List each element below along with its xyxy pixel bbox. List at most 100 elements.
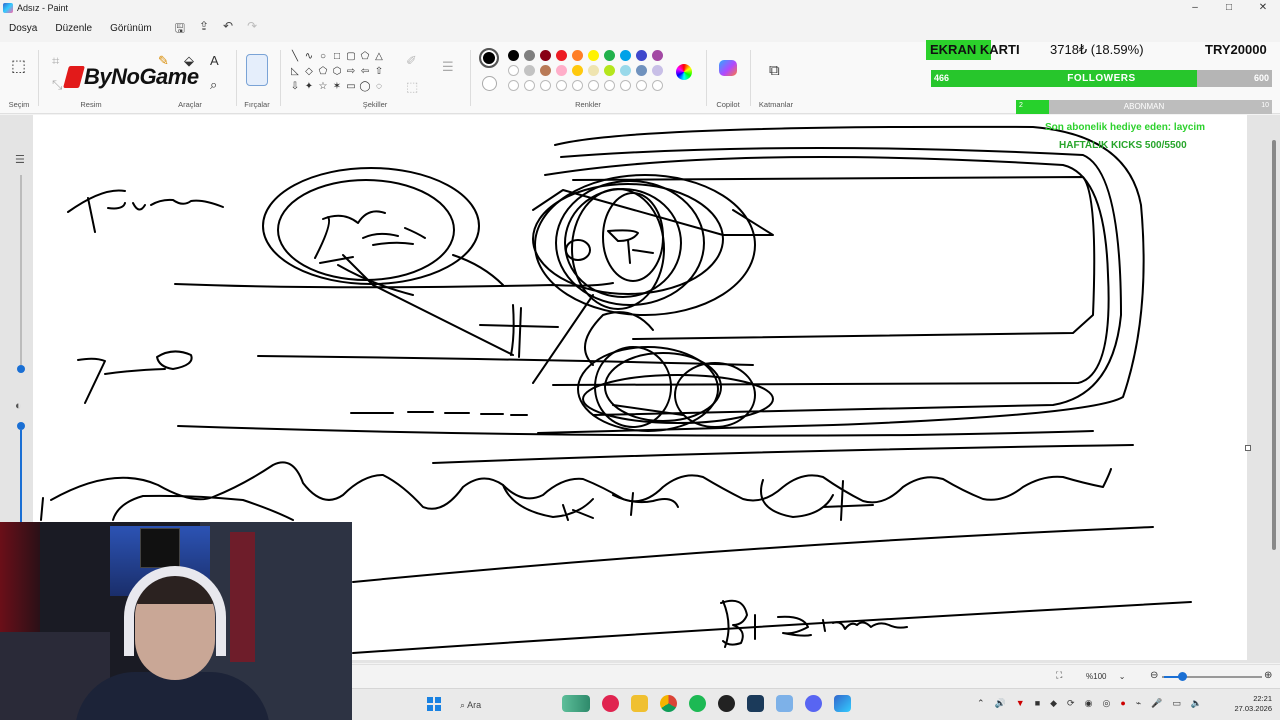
color-swatch[interactable] xyxy=(556,65,567,76)
app-tray-icon-5[interactable]: ◎ xyxy=(1102,698,1110,709)
secondary-color-swatch[interactable] xyxy=(482,76,497,91)
color-swatch[interactable] xyxy=(572,50,583,61)
color-swatch[interactable] xyxy=(556,50,567,61)
color-swatch[interactable] xyxy=(540,65,551,76)
color-swatch[interactable] xyxy=(620,50,631,61)
cloud-callout-shape-icon[interactable]: ◌ xyxy=(372,80,386,93)
canvas-resize-handle[interactable] xyxy=(1245,445,1251,451)
pentagon-shape-icon[interactable]: ⬠ xyxy=(316,65,330,78)
callout-shape-icon[interactable]: ▭ xyxy=(344,80,358,93)
record-icon[interactable]: ● xyxy=(1120,698,1125,709)
color-swatch[interactable] xyxy=(524,50,535,61)
app-tray-icon-4[interactable]: ◉ xyxy=(1085,698,1093,709)
obs-icon[interactable] xyxy=(718,695,735,712)
paint-taskbar-icon[interactable] xyxy=(834,695,851,712)
line-shape-icon[interactable]: ╲ xyxy=(288,50,302,63)
arrow-left-shape-icon[interactable]: ⇦ xyxy=(358,65,372,78)
media-player-icon[interactable] xyxy=(602,695,619,712)
right-triangle-shape-icon[interactable]: ◺ xyxy=(288,65,302,78)
zoom-out-icon[interactable]: ⊖ xyxy=(1150,670,1158,681)
widgets-icon[interactable] xyxy=(562,695,590,712)
six-star-shape-icon[interactable]: ✶ xyxy=(330,80,344,93)
minimize-button[interactable]: – xyxy=(1178,0,1212,16)
fit-to-window-icon[interactable]: ⛶ xyxy=(1056,670,1062,681)
settings-icon[interactable] xyxy=(776,695,793,712)
five-star-shape-icon[interactable]: ☆ xyxy=(316,80,330,93)
fill-style-icon[interactable]: ⬚ xyxy=(406,80,418,93)
clock[interactable]: 22:21 27.03.2026 xyxy=(1234,694,1272,714)
color-swatch[interactable] xyxy=(508,65,519,76)
custom-color-slot[interactable] xyxy=(572,80,583,91)
oval-callout-shape-icon[interactable]: ◯ xyxy=(358,80,372,93)
vertical-scrollbar[interactable] xyxy=(1272,140,1276,550)
color-swatch[interactable] xyxy=(524,65,535,76)
audio-icon[interactable]: 🔊 xyxy=(995,698,1006,709)
display-icon[interactable]: ▭ xyxy=(1172,698,1181,709)
color-swatch[interactable] xyxy=(588,50,599,61)
steam-icon[interactable] xyxy=(747,695,764,712)
spotify-icon[interactable] xyxy=(689,695,706,712)
custom-color-slot[interactable] xyxy=(508,80,519,91)
triangle-shape-icon[interactable]: △ xyxy=(372,50,386,63)
color-swatch[interactable] xyxy=(652,65,663,76)
chrome-icon[interactable] xyxy=(660,695,677,712)
brush-button[interactable] xyxy=(246,54,268,86)
custom-color-slot[interactable] xyxy=(636,80,647,91)
color-swatch[interactable] xyxy=(604,50,615,61)
custom-color-slot[interactable] xyxy=(604,80,615,91)
share-icon[interactable]: ⇪ xyxy=(199,19,209,40)
oval-shape-icon[interactable]: ○ xyxy=(316,50,330,63)
opacity-slider[interactable] xyxy=(20,430,22,530)
magnifier-icon[interactable]: ⌕ xyxy=(210,78,217,91)
rectangle-shape-icon[interactable]: □ xyxy=(330,50,344,63)
selection-icon[interactable]: ⬚ xyxy=(11,59,26,75)
zoom-select[interactable]: %100 ⌄ xyxy=(1082,670,1134,684)
app-tray-icon[interactable]: ■ xyxy=(1035,698,1040,709)
custom-color-slot[interactable] xyxy=(652,80,663,91)
color-swatch[interactable] xyxy=(572,65,583,76)
save-icon[interactable]: 🖫 xyxy=(175,19,185,40)
color-swatch[interactable] xyxy=(588,65,599,76)
menu-edit[interactable]: Düzenle xyxy=(46,16,101,42)
color-swatch[interactable] xyxy=(620,65,631,76)
primary-color-swatch[interactable] xyxy=(479,48,499,68)
stroke-size-thumb[interactable] xyxy=(17,365,25,373)
stroke-size-slider[interactable] xyxy=(20,175,22,365)
vpn-icon[interactable]: ▼ xyxy=(1016,698,1025,709)
color-swatch[interactable] xyxy=(652,50,663,61)
menu-view[interactable]: Görünüm xyxy=(101,16,161,42)
custom-color-slot[interactable] xyxy=(620,80,631,91)
diamond-shape-icon[interactable]: ◇ xyxy=(302,65,316,78)
curve-shape-icon[interactable]: ∿ xyxy=(302,50,316,63)
color-swatch[interactable] xyxy=(508,50,519,61)
color-swatch[interactable] xyxy=(540,50,551,61)
discord-icon[interactable] xyxy=(805,695,822,712)
wifi-icon[interactable]: ⌁ xyxy=(1136,698,1141,709)
arrow-right-shape-icon[interactable]: ⇨ xyxy=(344,65,358,78)
undo-icon[interactable]: ↶ xyxy=(223,19,233,40)
copilot-icon[interactable] xyxy=(719,60,737,76)
four-star-shape-icon[interactable]: ✦ xyxy=(302,80,316,93)
rounded-rect-shape-icon[interactable]: ▢ xyxy=(344,50,358,63)
resize-icon[interactable]: ⤡ xyxy=(52,78,62,91)
color-swatch[interactable] xyxy=(636,50,647,61)
windows-start-icon[interactable] xyxy=(427,697,441,711)
text-icon[interactable]: A xyxy=(210,54,219,67)
crop-icon[interactable]: ⌗ xyxy=(52,54,59,67)
color-swatch[interactable] xyxy=(636,65,647,76)
file-explorer-icon[interactable] xyxy=(631,695,648,712)
outline-icon[interactable]: ✐ xyxy=(406,54,417,67)
zoom-slider-thumb[interactable] xyxy=(1178,672,1187,681)
chevron-up-icon[interactable]: ⌃ xyxy=(977,698,985,709)
pencil-icon[interactable]: ✎ xyxy=(158,54,169,67)
zoom-in-icon[interactable]: ⊕ xyxy=(1264,670,1272,681)
opacity-thumb[interactable] xyxy=(17,422,25,430)
app-tray-icon-3[interactable]: ⟳ xyxy=(1067,698,1075,709)
stroke-size-icon[interactable]: ☰ xyxy=(442,60,454,73)
fill-icon[interactable]: ⬙ xyxy=(184,54,194,67)
layers-icon[interactable]: ⧉ xyxy=(769,63,780,78)
color-swatch[interactable] xyxy=(604,65,615,76)
menu-file[interactable]: Dosya xyxy=(0,16,46,42)
mic-icon[interactable]: 🎤 xyxy=(1151,698,1162,709)
app-tray-icon-2[interactable]: ◆ xyxy=(1050,698,1057,709)
